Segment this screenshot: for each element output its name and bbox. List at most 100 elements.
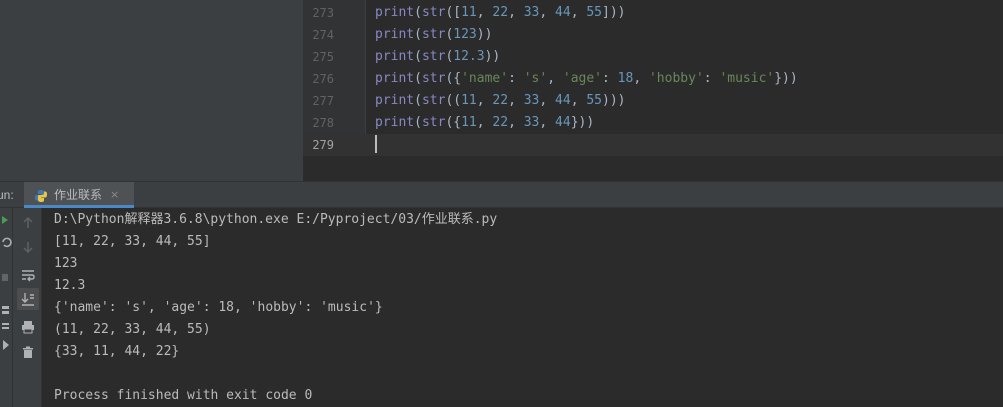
run-tab-label: 作业联系 xyxy=(54,188,103,202)
line-number: 278 xyxy=(312,116,334,130)
code-token: str xyxy=(421,71,446,86)
close-icon[interactable]: × xyxy=(110,182,119,208)
code-token: (( xyxy=(445,93,462,108)
code-token: , xyxy=(476,5,493,20)
code-token: ( xyxy=(414,93,422,108)
python-icon xyxy=(34,188,48,202)
code-token: 33 xyxy=(523,5,540,20)
code-token: , xyxy=(570,5,587,20)
ide-window: 273 274 275 276 277 278 279 print(str([11, 22,… xyxy=(0,0,1003,407)
scroll-to-end-button[interactable] xyxy=(17,288,39,310)
console-toolbar xyxy=(13,208,42,407)
code-token: , xyxy=(547,71,563,86)
code-token: str xyxy=(421,115,446,130)
partial-action-icons xyxy=(2,216,12,350)
code-token: print xyxy=(375,93,415,108)
code-token: 44 xyxy=(555,5,571,20)
code-token: ( xyxy=(414,71,422,86)
arrow-up-icon xyxy=(23,216,33,228)
print-button[interactable] xyxy=(17,316,39,338)
code-token: 44 xyxy=(555,115,571,130)
editor-empty-space xyxy=(303,156,1003,181)
run-actions-strip xyxy=(0,208,13,407)
code-token: : xyxy=(703,71,720,86)
soft-wrap-button[interactable] xyxy=(17,264,39,286)
code-line[interactable]: print(str([11, 22, 33, 44, 55])) xyxy=(375,2,626,24)
console-line: 12.3 xyxy=(54,278,86,293)
code-token: str xyxy=(421,5,446,20)
code-token: 12.3 xyxy=(453,49,485,64)
code-token: print xyxy=(375,27,415,42)
line-number: 279 xyxy=(312,138,334,152)
code-token: 33 xyxy=(523,115,540,130)
run-tool-window-header: un: 作业联系 × xyxy=(0,181,1003,208)
code-token: , xyxy=(508,93,524,108)
console-line: (11, 22, 33, 44, 55) xyxy=(54,322,211,337)
code-token: 18 xyxy=(617,71,634,86)
scroll-down-button[interactable] xyxy=(17,236,39,258)
code-token: )) xyxy=(476,27,493,42)
code-token: ))) xyxy=(602,93,626,108)
code-line[interactable]: print(str(123)) xyxy=(375,24,492,46)
code-token: ])) xyxy=(602,5,626,20)
code-token: , xyxy=(570,93,587,108)
line-number: 277 xyxy=(312,94,334,108)
code-token: 'music' xyxy=(719,71,775,86)
project-panel xyxy=(0,0,303,181)
code-line[interactable]: print(str({'name': 's', 'age': 18, 'hobb… xyxy=(375,68,798,90)
console-line: {33, 11, 44, 22} xyxy=(54,344,180,359)
line-number: 276 xyxy=(312,72,334,86)
code-token: str xyxy=(421,93,446,108)
line-number: 275 xyxy=(312,50,334,64)
code-line[interactable]: print(str(12.3)) xyxy=(375,46,500,68)
scroll-to-end-icon xyxy=(21,293,34,306)
code-token: print xyxy=(375,115,415,130)
code-token: 11 xyxy=(461,5,477,20)
console-line: {'name': 's', 'age': 18, 'hobby': 'music… xyxy=(54,300,383,315)
scroll-up-button[interactable] xyxy=(17,212,39,234)
clear-all-button[interactable] xyxy=(17,341,39,363)
code-token: })) xyxy=(774,71,798,86)
line-number: 273 xyxy=(312,6,334,20)
code-token: , xyxy=(476,93,493,108)
code-token: 33 xyxy=(523,93,540,108)
code-token: , xyxy=(539,93,556,108)
code-token: print xyxy=(375,49,415,64)
editor-area: 273 274 275 276 277 278 279 print(str([11, 22,… xyxy=(0,0,1003,181)
line-number: 274 xyxy=(312,28,334,42)
code-token: 22 xyxy=(492,5,509,20)
code-token: : xyxy=(508,71,524,86)
code-token: 'name' xyxy=(461,71,509,86)
code-token: 123 xyxy=(453,27,477,42)
code-token: 'age' xyxy=(562,71,603,86)
code-token: })) xyxy=(570,115,595,130)
code-token: 11 xyxy=(461,115,477,130)
code-token: )) xyxy=(484,49,501,64)
text-caret xyxy=(375,135,377,153)
code-token: ([ xyxy=(445,5,462,20)
arrow-down-icon xyxy=(23,242,33,254)
console-line: D:\Python解释器3.6.8\python.exe E:/Pyprojec… xyxy=(54,212,498,227)
code-token: str xyxy=(421,27,446,42)
code-token: print xyxy=(375,5,415,20)
soft-wrap-icon xyxy=(22,270,35,282)
code-token: ( xyxy=(414,49,422,64)
code-token: 22 xyxy=(492,93,509,108)
code-token: 44 xyxy=(555,93,571,108)
code-token: 22 xyxy=(492,115,509,130)
console-line: [11, 22, 33, 44, 55] xyxy=(54,234,211,249)
code-token: ( xyxy=(414,27,422,42)
code-line[interactable]: print(str((11, 22, 33, 44, 55))) xyxy=(375,90,626,112)
run-tab-zuoye[interactable]: 作业联系 × xyxy=(24,182,134,208)
code-line[interactable]: print(str({11, 22, 33, 44})) xyxy=(375,112,594,134)
code-token: ({ xyxy=(445,71,462,86)
console-line: 123 xyxy=(54,256,78,271)
run-label: un: xyxy=(0,188,14,202)
code-token: , xyxy=(508,115,524,130)
code-token: 55 xyxy=(586,93,603,108)
current-line-highlight xyxy=(303,134,1003,156)
console-line: Process finished with exit code 0 xyxy=(54,388,313,403)
print-icon xyxy=(22,321,34,334)
code-token: ( xyxy=(414,115,422,130)
code-token: , xyxy=(633,71,649,86)
